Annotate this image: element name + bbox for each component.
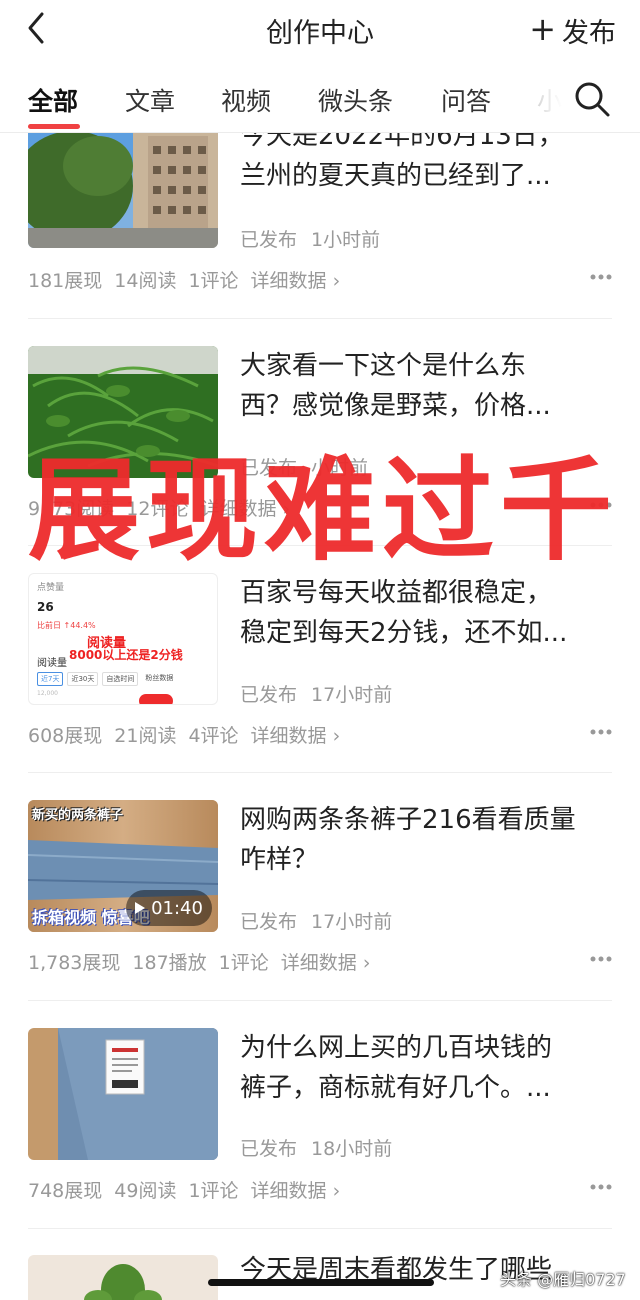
video-duration-badge: 01:40 xyxy=(126,890,212,926)
tab-articles[interactable]: 文章 xyxy=(125,82,175,118)
divider xyxy=(28,1228,612,1229)
tab-fade xyxy=(520,60,580,132)
publish-label: 发布 xyxy=(562,18,616,49)
top-bar: 创作中心 + 发布 xyxy=(0,0,640,60)
thumb-value: 26 xyxy=(37,600,54,614)
thumbnail-stats-screenshot: 点赞量 26 比前日 ↑44.4% 阅读量 8000以上还是2分钱 阅读量 近7… xyxy=(28,573,218,705)
comments-count: 1评论 xyxy=(188,1180,239,1202)
divider xyxy=(28,772,612,773)
thumb-chips: 近7天 近30天 自选时间 粉丝数据 xyxy=(37,672,176,686)
thumbnail-plant-photo xyxy=(28,1255,218,1300)
tab-micro-posts[interactable]: 微头条 xyxy=(318,82,393,118)
status-label: 已发布 xyxy=(240,1138,298,1160)
thumb-dropdown: 阅读量 xyxy=(37,658,67,669)
publish-status: 已发布 18小时前 xyxy=(240,1134,406,1161)
publish-time: 17小时前 xyxy=(311,911,393,933)
tab-videos[interactable]: 视频 xyxy=(221,82,271,118)
publish-status: 已发布 17小时前 xyxy=(240,680,406,707)
search-icon[interactable] xyxy=(573,80,611,118)
item-title[interactable]: 网购两条条裤子216看看质量 咋样？ xyxy=(240,800,612,880)
overlay-caption: 展现难过千 xyxy=(28,446,618,576)
divider xyxy=(28,318,612,319)
thumb-compare: 比前日 ↑44.4% xyxy=(37,621,96,630)
item-title[interactable]: 百家号每天收益都很稳定， 稳定到每天2分钱，还不如... xyxy=(240,573,612,653)
publish-status: 已发布 1小时前 xyxy=(240,225,394,252)
content-feed[interactable]: 今天是2022年的6月13日， 兰州的夏天真的已经到了... 已发布 1小时前 1… xyxy=(0,0,640,1300)
watermark: 头条 @雁归0727 xyxy=(500,1270,626,1289)
item-title[interactable]: 大家看一下这个是什么东 西？感觉像是野菜，价格... xyxy=(240,346,612,426)
publish-button[interactable]: + 发布 xyxy=(529,11,616,50)
more-icon[interactable] xyxy=(589,728,613,736)
reads-count: 49阅读 xyxy=(114,1180,177,1202)
tab-all[interactable]: 全部 xyxy=(28,82,78,118)
tab-active-indicator xyxy=(28,124,80,129)
thumbnail-jeans-tag xyxy=(28,1028,218,1160)
thumbnail-street-photo xyxy=(28,116,218,248)
thumb-red-line2: 8000以上还是2分钱 xyxy=(69,648,183,662)
thumb-caption-top: 新买的两条裤子 xyxy=(32,808,124,823)
plus-icon: + xyxy=(529,10,556,48)
status-label: 已发布 xyxy=(240,911,298,933)
comments-count: 1评论 xyxy=(218,952,269,974)
status-label: 已发布 xyxy=(240,684,298,706)
home-indicator[interactable] xyxy=(208,1279,434,1286)
detail-data-link[interactable]: 详细数据 › xyxy=(251,1180,341,1202)
more-icon[interactable] xyxy=(589,955,613,963)
impressions-count: 748展现 xyxy=(28,1180,103,1202)
stats-row: 181展现 14阅读 1评论 详细数据 › xyxy=(28,266,352,293)
item-title[interactable]: 为什么网上买的几百块钱的 裤子，商标就有好几个。... xyxy=(240,1028,612,1108)
detail-data-link[interactable]: 详细数据 › xyxy=(251,725,341,747)
publish-status: 已发布 17小时前 xyxy=(240,907,406,934)
impressions-count: 1,783展现 xyxy=(28,952,121,974)
plays-count: 187播放 xyxy=(132,952,207,974)
more-icon[interactable] xyxy=(589,1183,613,1191)
comments-count: 4评论 xyxy=(188,725,239,747)
reads-count: 21阅读 xyxy=(114,725,177,747)
stats-row: 608展现 21阅读 4评论 详细数据 › xyxy=(28,721,352,748)
more-icon[interactable] xyxy=(589,273,613,281)
divider xyxy=(28,1000,612,1001)
impressions-count: 608展现 xyxy=(28,725,103,747)
status-label: 已发布 xyxy=(240,229,298,251)
comments-count: 1评论 xyxy=(188,270,239,292)
play-icon xyxy=(135,902,146,914)
stats-row: 1,783展现 187播放 1评论 详细数据 › xyxy=(28,948,382,975)
stats-row: 748展现 49阅读 1评论 详细数据 › xyxy=(28,1176,352,1203)
publish-time: 17小时前 xyxy=(311,684,393,706)
impressions-count: 181展现 xyxy=(28,270,103,292)
detail-data-link[interactable]: 详细数据 › xyxy=(251,270,341,292)
detail-data-link[interactable]: 详细数据 › xyxy=(281,952,371,974)
reads-count: 14阅读 xyxy=(114,270,177,292)
tab-qa[interactable]: 问答 xyxy=(441,82,491,118)
publish-time: 18小时前 xyxy=(311,1138,393,1160)
publish-time: 1小时前 xyxy=(311,229,381,251)
thumb-red-pill xyxy=(139,694,173,704)
